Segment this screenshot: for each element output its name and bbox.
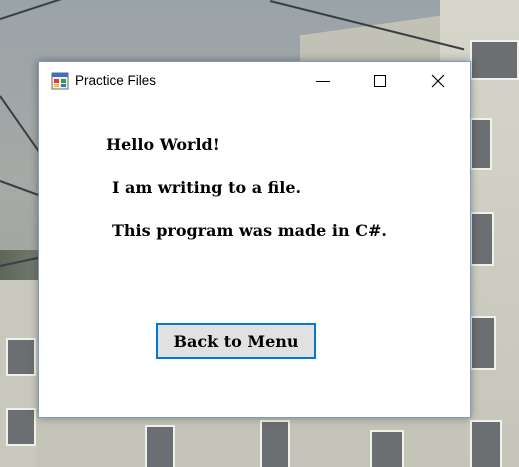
maximize-button[interactable] [357,62,403,100]
back-to-menu-button[interactable]: Back to Menu [156,323,316,359]
close-icon [431,74,445,88]
wallpaper-window [470,316,496,370]
hello-world-label: Hello World! [106,135,220,154]
wallpaper-window [260,420,290,467]
maximize-icon [374,75,386,87]
app-icon[interactable] [51,72,69,90]
writing-file-label: I am writing to a file. [112,178,302,197]
wallpaper-window [6,338,36,376]
window-title: Practice Files [75,73,157,88]
practice-files-window: Practice Files Hello World! I am writing… [38,61,471,418]
close-button[interactable] [415,62,461,100]
minimize-button[interactable] [300,62,346,100]
wallpaper-window [470,118,492,170]
window-client-area: Hello World! I am writing to a file. Thi… [39,100,470,417]
minimize-icon [316,81,330,82]
wallpaper-window [6,408,36,446]
wallpaper-window [145,425,175,467]
wallpaper-window [370,430,404,467]
wallpaper-window [470,40,519,80]
wallpaper-window [470,420,502,467]
program-language-label: This program was made in C#. [112,221,387,240]
title-bar[interactable]: Practice Files [39,62,470,100]
wallpaper-window [470,212,494,266]
